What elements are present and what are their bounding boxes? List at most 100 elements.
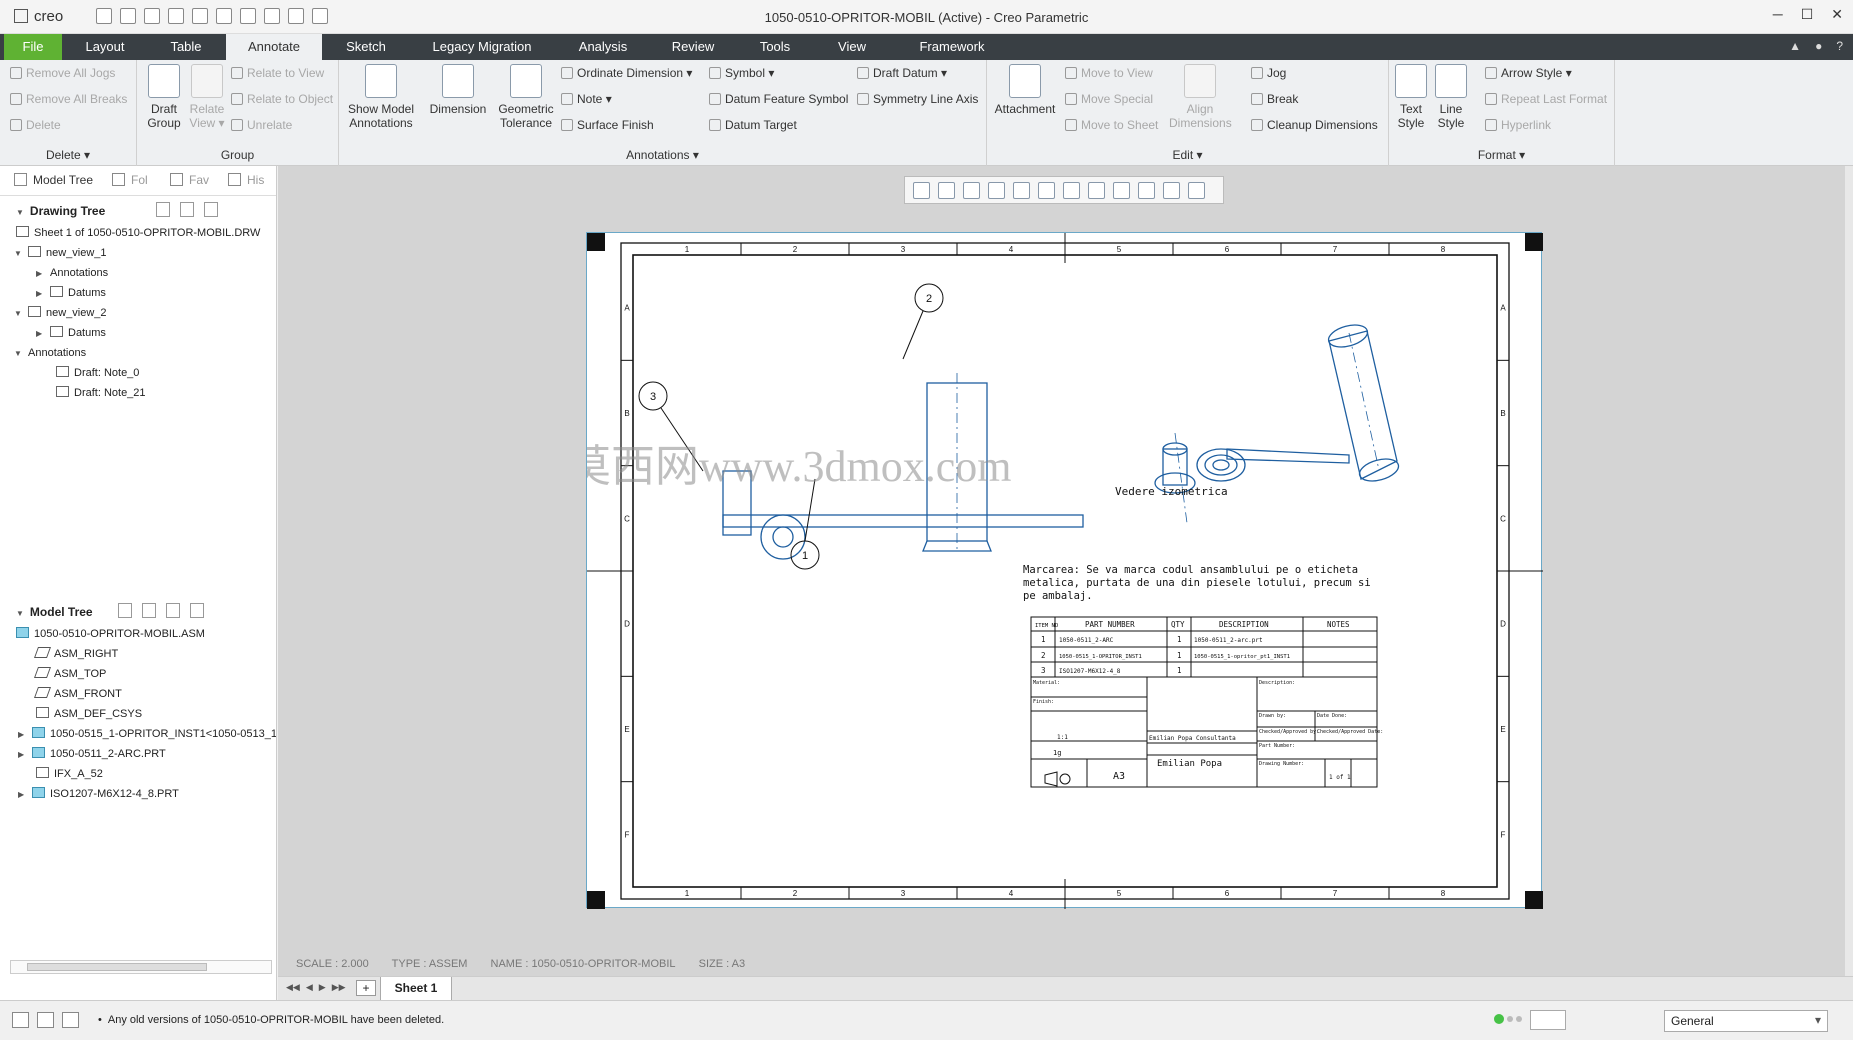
saved-views-icon[interactable] bbox=[1038, 182, 1055, 199]
tree-item-note-0[interactable]: Draft: Note_0 bbox=[56, 365, 139, 382]
tree-columns-icon[interactable] bbox=[166, 603, 180, 618]
datum-target-button[interactable]: Datum Target bbox=[709, 118, 797, 132]
tab-favorites[interactable]: Fav bbox=[170, 173, 209, 187]
tree-item-iso-bolt[interactable]: ▶ ISO1207-M6X12-4_8.PRT bbox=[18, 786, 179, 803]
collapse-icon[interactable]: ▼ bbox=[14, 305, 28, 322]
navigator-horizontal-scrollbar[interactable] bbox=[10, 960, 272, 974]
text-style-button[interactable]: Text Style bbox=[1391, 64, 1431, 130]
drawing-tree-header[interactable]: Drawing Tree bbox=[0, 199, 277, 223]
collapse-icon[interactable]: ▼ bbox=[14, 345, 28, 362]
expand-icon[interactable]: ▶ bbox=[36, 285, 50, 302]
close-icon[interactable]: ✕ bbox=[1831, 6, 1843, 23]
search-help-icon[interactable]: ● bbox=[1815, 39, 1822, 53]
tab-file[interactable]: File bbox=[4, 34, 62, 60]
delete-button[interactable]: Delete bbox=[10, 118, 61, 132]
display-style-icon[interactable] bbox=[1013, 182, 1030, 199]
tab-analysis[interactable]: Analysis bbox=[570, 34, 636, 60]
tree-item-new-view-2[interactable]: ▼ new_view_2 bbox=[14, 305, 107, 322]
axis-display-icon[interactable] bbox=[1138, 182, 1155, 199]
dimension-button[interactable]: Dimension bbox=[425, 64, 491, 116]
draft-datum-button[interactable]: Draft Datum ▾ bbox=[857, 66, 947, 80]
symmetry-line-axis-button[interactable]: Symmetry Line Axis bbox=[857, 92, 978, 106]
expand-icon[interactable]: ▶ bbox=[18, 786, 32, 803]
repaint-icon[interactable] bbox=[988, 182, 1005, 199]
surface-finish-button[interactable]: Surface Finish bbox=[561, 118, 654, 132]
sheet-tab-1[interactable]: Sheet 1 bbox=[380, 977, 452, 1001]
tree-item-datums-view1[interactable]: ▶ Datums bbox=[36, 285, 106, 302]
navigator-toggle-icon[interactable] bbox=[12, 1012, 29, 1028]
tab-legacy-migration[interactable]: Legacy Migration bbox=[422, 34, 542, 60]
tree-item-asm-top[interactable]: ASM_TOP bbox=[33, 666, 106, 683]
datum-display-icon[interactable] bbox=[1088, 182, 1105, 199]
symbol-button[interactable]: Symbol ▾ bbox=[709, 66, 774, 80]
selection-filter[interactable]: General bbox=[1664, 1010, 1828, 1032]
repeat-last-format-button[interactable]: Repeat Last Format bbox=[1485, 92, 1607, 106]
model-tree-header[interactable]: Model Tree bbox=[0, 600, 277, 624]
add-sheet-button[interactable]: + bbox=[356, 980, 376, 996]
align-dimensions-button[interactable]: Align Dimensions bbox=[1169, 64, 1232, 130]
tree-settings-icon[interactable] bbox=[190, 603, 204, 618]
fullscreen-icon[interactable] bbox=[62, 1012, 79, 1028]
tree-item-sheet[interactable]: Sheet 1 of 1050-0510-OPRITOR-MOBIL.DRW bbox=[16, 225, 260, 242]
datum-feature-symbol-button[interactable]: Datum Feature Symbol bbox=[709, 92, 848, 106]
geometric-tolerance-button[interactable]: Geometric Tolerance bbox=[491, 64, 561, 130]
format-group-label[interactable]: Format ▾ bbox=[1389, 148, 1614, 162]
last-sheet-icon[interactable]: ▶▶ bbox=[332, 982, 346, 993]
move-to-sheet-button[interactable]: Move to Sheet bbox=[1065, 118, 1158, 132]
tree-item-note-21[interactable]: Draft: Note_21 bbox=[56, 385, 146, 402]
tree-item-datums-view2[interactable]: ▶ Datums bbox=[36, 325, 106, 342]
tree-columns-icon[interactable] bbox=[180, 202, 194, 217]
show-model-annotations-button[interactable]: Show Model Annotations bbox=[343, 64, 419, 130]
tab-framework[interactable]: Framework bbox=[904, 34, 1000, 60]
remove-all-breaks-button[interactable]: Remove All Breaks bbox=[10, 92, 127, 106]
first-sheet-icon[interactable]: ◀◀ bbox=[286, 982, 300, 993]
attachment-button[interactable]: Attachment bbox=[991, 64, 1059, 116]
tab-folder-browser[interactable]: Fol bbox=[112, 173, 148, 187]
next-sheet-icon[interactable]: ▶ bbox=[319, 982, 326, 993]
edit-group-label[interactable]: Edit ▾ bbox=[987, 148, 1388, 162]
relate-to-object-button[interactable]: Relate to Object bbox=[231, 92, 333, 106]
tree-item-new-view-1[interactable]: ▼ new_view_1 bbox=[14, 245, 107, 262]
tab-view[interactable]: View bbox=[826, 34, 878, 60]
tab-review[interactable]: Review bbox=[664, 34, 722, 60]
tree-item-asm[interactable]: 1050-0510-OPRITOR-MOBIL.ASM bbox=[16, 626, 205, 643]
tab-tools[interactable]: Tools bbox=[748, 34, 802, 60]
unrelate-button[interactable]: Unrelate bbox=[231, 118, 292, 132]
view-manager-icon[interactable] bbox=[1063, 182, 1080, 199]
expand-icon[interactable]: ▶ bbox=[18, 746, 32, 763]
relate-view-button[interactable]: Relate View ▾ bbox=[183, 64, 231, 130]
tab-table[interactable]: Table bbox=[160, 34, 212, 60]
tree-settings-icon[interactable] bbox=[204, 202, 218, 217]
move-special-button[interactable]: Move Special bbox=[1065, 92, 1153, 106]
tree-item-opritor-inst1[interactable]: ▶ 1050-0515_1-OPRITOR_INST1<1050-0513_1 bbox=[18, 726, 276, 743]
tab-model-tree[interactable]: Model Tree bbox=[14, 173, 93, 187]
planes-display-icon[interactable] bbox=[1113, 182, 1130, 199]
prev-sheet-icon[interactable]: ◀ bbox=[306, 982, 313, 993]
tab-sketch[interactable]: Sketch bbox=[338, 34, 394, 60]
move-to-view-button[interactable]: Move to View bbox=[1065, 66, 1153, 80]
tree-filter-icon[interactable] bbox=[142, 603, 156, 618]
tree-item-asm-def-csys[interactable]: ASM_DEF_CSYS bbox=[36, 706, 142, 723]
note-button[interactable]: Note ▾ bbox=[561, 92, 612, 106]
scrollbar-thumb[interactable] bbox=[27, 963, 207, 971]
delete-group-label[interactable]: Delete ▾ bbox=[0, 148, 136, 162]
tree-filter-icon[interactable] bbox=[156, 202, 170, 217]
expand-icon[interactable]: ▶ bbox=[36, 325, 50, 342]
jog-button[interactable]: Jog bbox=[1251, 66, 1286, 80]
tree-item-annotations-view1[interactable]: ▶ Annotations bbox=[36, 265, 108, 282]
cleanup-dimensions-button[interactable]: Cleanup Dimensions bbox=[1251, 118, 1378, 132]
collapse-icon[interactable]: ▼ bbox=[14, 245, 28, 262]
show-icon[interactable] bbox=[118, 603, 132, 618]
hyperlink-button[interactable]: Hyperlink bbox=[1485, 118, 1551, 132]
drawing-sheet[interactable]: 1122334455667788AABBCCDDEEFF 2 3 1 莫西网ww… bbox=[586, 232, 1543, 909]
tree-item-asm-right[interactable]: ASM_RIGHT bbox=[33, 646, 118, 663]
arrow-style-button[interactable]: Arrow Style ▾ bbox=[1485, 66, 1572, 80]
break-button[interactable]: Break bbox=[1251, 92, 1298, 106]
draft-group-button[interactable]: Draft Group bbox=[141, 64, 187, 130]
find-button[interactable] bbox=[1530, 1010, 1566, 1030]
expand-icon[interactable]: ▶ bbox=[18, 726, 32, 743]
annotations-group-label[interactable]: Annotations ▾ bbox=[339, 148, 986, 162]
tab-annotate[interactable]: Annotate bbox=[226, 34, 322, 60]
zoom-out-icon[interactable] bbox=[963, 182, 980, 199]
zoom-in-icon[interactable] bbox=[938, 182, 955, 199]
